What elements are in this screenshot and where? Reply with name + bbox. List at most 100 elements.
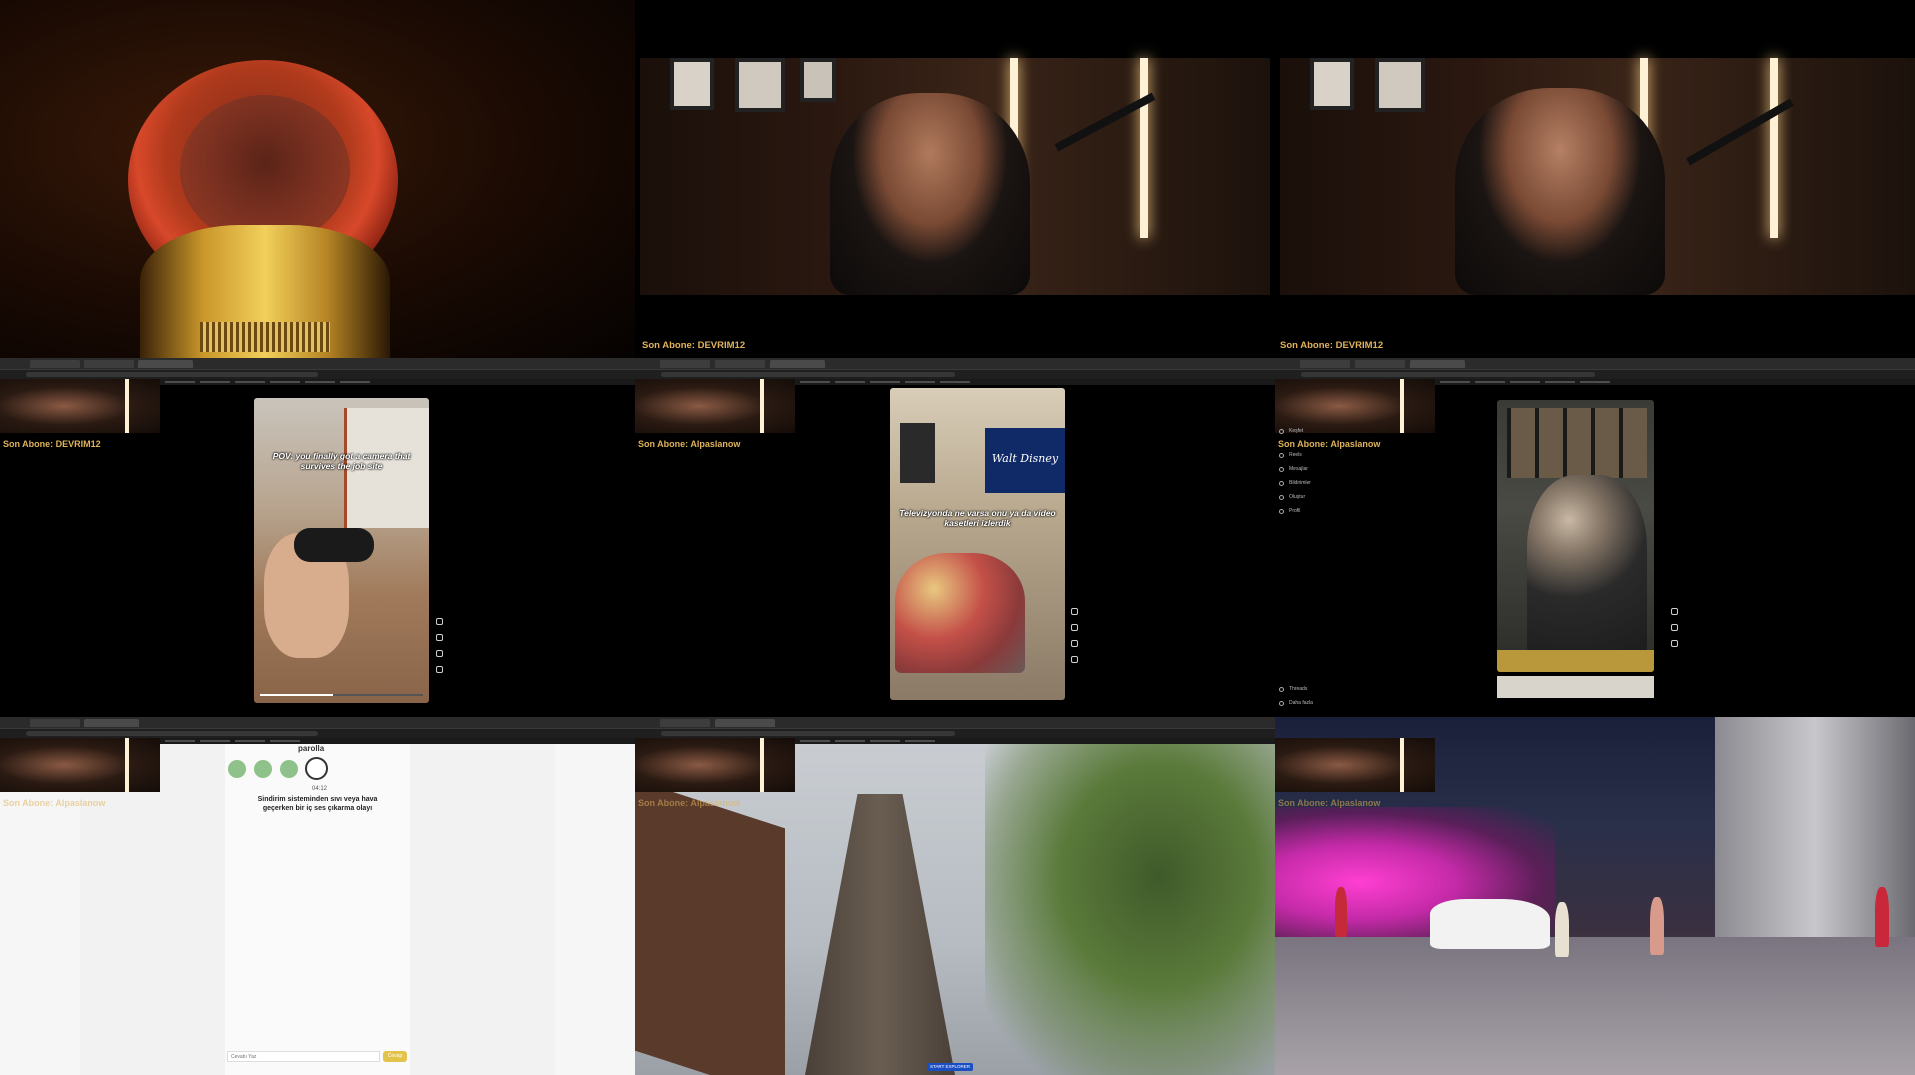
- reel-action-icons: [1671, 608, 1678, 656]
- address-bar[interactable]: [0, 370, 635, 379]
- browser-tab-bar: [0, 358, 635, 370]
- browser-tab[interactable]: [30, 360, 80, 368]
- bottle-ridges: [200, 322, 330, 352]
- reel-video[interactable]: POV: you finally got a camera that survi…: [254, 398, 429, 703]
- start-explorer-button[interactable]: START EXPLORER: [927, 1063, 973, 1071]
- heart-icon[interactable]: [1071, 608, 1078, 615]
- save-icon[interactable]: [1071, 656, 1078, 663]
- tattoo-artist: [1527, 475, 1647, 655]
- tile-neon-street: Son Abone: Alpaslanow: [1275, 717, 1915, 1075]
- sidebar-item-threads[interactable]: Threads: [1279, 686, 1307, 692]
- reel-progress[interactable]: [260, 694, 423, 696]
- reel-video[interactable]: Walt Disney Televizyonda ne varsa onu ya…: [890, 388, 1065, 700]
- comment-icon[interactable]: [1671, 624, 1678, 631]
- browser-tab[interactable]: [30, 719, 80, 727]
- studio-video: [640, 58, 1270, 295]
- comment-icon[interactable]: [436, 634, 443, 641]
- sidebar-item-reels[interactable]: Reels: [1279, 452, 1302, 458]
- letter-bubble[interactable]: [280, 760, 298, 778]
- reel-video[interactable]: [1497, 400, 1654, 672]
- browser-tab[interactable]: [138, 360, 193, 368]
- letter-bubble[interactable]: [228, 760, 246, 778]
- neon-light-2: [1140, 58, 1148, 238]
- browser-tab[interactable]: [1300, 360, 1350, 368]
- browser-tab[interactable]: [770, 360, 825, 368]
- browser-tab[interactable]: [1355, 360, 1405, 368]
- share-icon[interactable]: [1071, 640, 1078, 647]
- tv-set: Walt Disney: [985, 428, 1065, 493]
- letter-bubble-active[interactable]: [305, 757, 328, 780]
- webcam-overlay: [1275, 738, 1435, 792]
- tile-podcast-1: Son Abone: DEVRIM12: [635, 0, 1275, 358]
- frame-1: [670, 58, 714, 110]
- webcam-overlay: [0, 738, 160, 792]
- webcam-overlay: [635, 379, 795, 433]
- browser-tab[interactable]: [1410, 360, 1465, 368]
- browser-tab[interactable]: [84, 719, 139, 727]
- address-bar[interactable]: [1275, 370, 1915, 379]
- heart-icon[interactable]: [436, 618, 443, 625]
- white-car: [1430, 899, 1550, 949]
- browser-tab-bar: [1275, 358, 1915, 370]
- right-margin-panel: [555, 744, 635, 1075]
- frame-1: [1310, 58, 1354, 110]
- address-bar[interactable]: [635, 370, 1275, 379]
- tv-brand-logo: Walt Disney: [991, 452, 1059, 465]
- last-subscriber-label: Son Abone: DEVRIM12: [1280, 340, 1384, 351]
- answer-input[interactable]: [227, 1051, 380, 1062]
- game-title: parolla: [298, 744, 325, 753]
- studio-video: [1280, 58, 1915, 295]
- game-panel: [225, 744, 410, 1075]
- sidebar-item-profile[interactable]: Profil: [1279, 508, 1300, 514]
- webcam-overlay: [0, 379, 160, 433]
- sidebar-item-create[interactable]: Oluştur: [1279, 494, 1305, 500]
- tile-bottle-cap: [0, 0, 635, 358]
- browser-tab-bar: [635, 717, 1275, 729]
- last-subscriber-label: Son Abone: Alpaslanow: [1278, 798, 1381, 808]
- webcam-overlay: [635, 738, 795, 792]
- reel-action-icons: [1071, 608, 1078, 672]
- browser-tab-bar: [635, 358, 1275, 370]
- host-person: [1455, 88, 1665, 295]
- bench: [1497, 650, 1654, 672]
- address-bar[interactable]: [635, 729, 1275, 738]
- heart-icon[interactable]: [1671, 608, 1678, 615]
- street-view-scene[interactable]: [635, 744, 1275, 1075]
- building-left: [635, 779, 785, 1075]
- save-icon[interactable]: [436, 666, 443, 673]
- browser-tab[interactable]: [660, 360, 710, 368]
- comment-icon[interactable]: [1071, 624, 1078, 631]
- trees: [985, 744, 1275, 1075]
- pedestrian: [1650, 897, 1664, 955]
- browser-tab[interactable]: [715, 360, 765, 368]
- tile-browser-reel-2: Son Abone: Alpaslanow Walt Disney Televi…: [635, 358, 1275, 717]
- frame-3: [800, 58, 836, 102]
- sidebar-item-more[interactable]: Daha fazla: [1279, 700, 1313, 706]
- submit-button[interactable]: Cevap: [383, 1051, 407, 1062]
- browser-tab[interactable]: [84, 360, 134, 368]
- next-reel-preview[interactable]: [1497, 676, 1654, 698]
- wall-frames: [1507, 408, 1647, 478]
- share-icon[interactable]: [1671, 640, 1678, 647]
- sidebar-item-notifications[interactable]: Bildirimler: [1279, 480, 1311, 486]
- last-subscriber-label: Son Abone: Alpaslanow: [638, 798, 741, 808]
- browser-tab[interactable]: [715, 719, 775, 727]
- last-subscriber-label: Son Abone: Alpaslanow: [1278, 439, 1381, 449]
- tile-street-view: Son Abone: Alpaslanow START EXPLORER: [635, 717, 1275, 1075]
- reel-caption: POV: you finally got a camera that survi…: [272, 451, 411, 471]
- browser-tab[interactable]: [660, 719, 710, 727]
- stream-highlight-grid: Son Abone: DEVRIM12 Son Abone: DEVRIM12 …: [0, 0, 1915, 1075]
- sidebar-item-explore[interactable]: Keşfet: [1279, 428, 1303, 434]
- last-subscriber-label: Son Abone: DEVRIM12: [3, 439, 101, 449]
- left-margin-panel: [0, 744, 80, 1075]
- question-text: Sindirim sisteminden sıvı veya hava geçe…: [257, 796, 378, 812]
- neon-light-2: [1770, 58, 1778, 238]
- browser-tab-bar: [0, 717, 635, 729]
- tile-podcast-2: Son Abone: DEVRIM12: [1275, 0, 1915, 358]
- host-person: [830, 93, 1030, 295]
- sidebar-item-messages[interactable]: Mesajlar: [1279, 466, 1308, 472]
- tile-browser-reel-3: Son Abone: Alpaslanow Keşfet Reels Mesaj…: [1275, 358, 1915, 717]
- address-bar[interactable]: [0, 729, 635, 738]
- share-icon[interactable]: [436, 650, 443, 657]
- letter-bubble[interactable]: [254, 760, 272, 778]
